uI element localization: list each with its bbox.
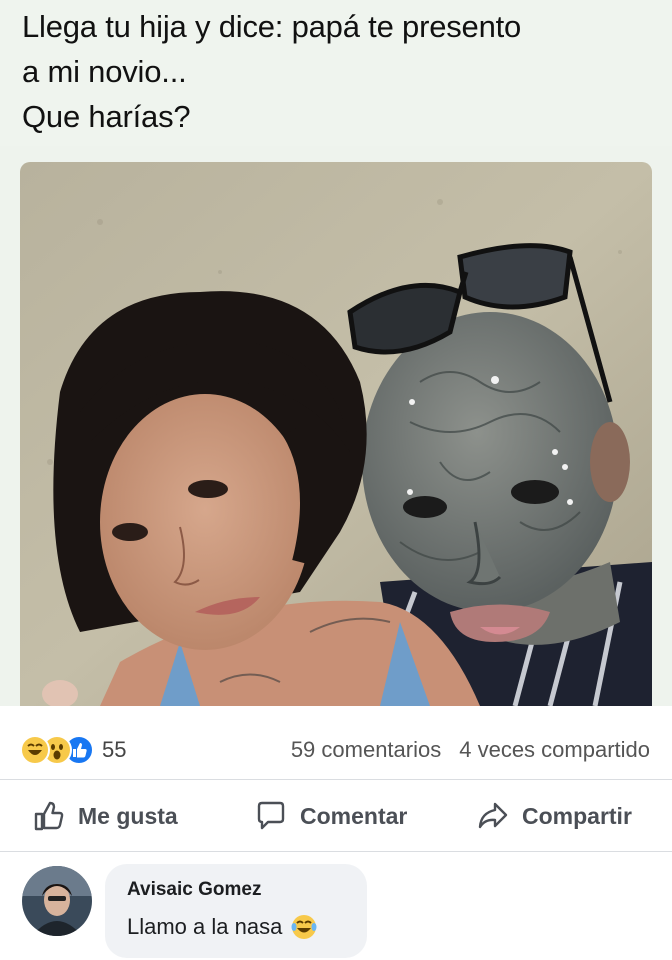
caption-line-3: Que harías? [22,99,191,134]
share-button[interactable]: Compartir [476,798,632,834]
comment-body: Llamo a la nasa [127,914,283,939]
comment-item: Avisaic Gomez Llamo a la nasa [0,852,672,960]
comment-bubble[interactable]: Avisaic Gomez Llamo a la nasa [105,864,367,958]
comment-author[interactable]: Avisaic Gomez [127,878,345,902]
comment-button[interactable]: Comentar [254,798,407,834]
comment-bubble-icon [257,801,285,830]
comment-button-label: Comentar [300,802,408,829]
comment-text: Llamo a la nasa [127,912,345,942]
reaction-count: 55 [102,737,127,762]
comments-count-link[interactable]: 59 comentarios [291,734,441,766]
share-button-label: Compartir [522,802,632,829]
avatar[interactable] [22,866,92,936]
tears-of-joy-emoji-icon [290,913,318,941]
caption-line-1: Llega tu hija y dice: papá te presento [22,9,522,44]
caption-line-2: a mi novio... [22,54,187,89]
haha-reaction-icon [20,735,50,765]
like-button-label: Me gusta [78,802,178,829]
thumbs-up-icon [34,801,64,831]
post-caption: Llega tu hija y dice: papá te presento a… [0,0,672,146]
like-button[interactable]: Me gusta [32,798,178,834]
post-action-bar: Me gusta Comentar Compartir [0,780,672,852]
share-arrow-icon [478,802,508,829]
reactions-summary[interactable]: 55 [20,734,126,766]
shares-count-link[interactable]: 4 veces compartido [459,734,650,766]
engagement-counts: 59 comentarios 4 veces compartido [291,734,650,766]
post-photo-area [0,146,672,706]
post-stats-bar: 55 59 comentarios 4 veces compartido [0,706,672,780]
post-photo[interactable] [20,162,652,706]
